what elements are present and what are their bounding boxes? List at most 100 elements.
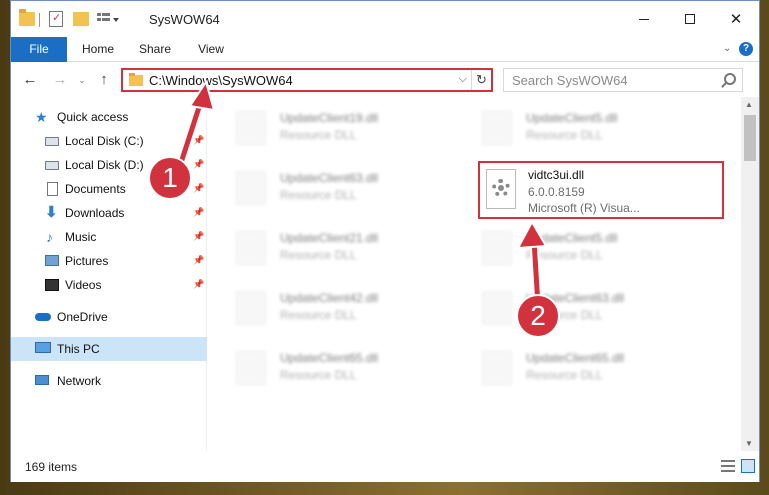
scroll-down-icon[interactable]: ▼ [745,439,753,448]
sidebar-item-label: This PC [57,342,100,356]
music-icon: ♪ [46,229,53,245]
tab-view[interactable]: View [189,37,233,62]
download-icon: ⬇ [45,204,58,221]
pin-icon[interactable]: 📌 [193,255,204,266]
dll-file-icon [482,351,512,385]
back-button[interactable]: ← [21,71,39,89]
scroll-up-icon[interactable]: ▲ [745,100,753,109]
status-bar: 169 items [11,451,759,482]
file-item-vidtc3ui[interactable]: vidtc3ui.dll 6.0.0.8159 Microsoft (R) Vi… [478,161,724,219]
properties-icon[interactable] [49,11,63,27]
pin-icon[interactable]: 📌 [193,207,204,218]
navigation-bar: ← → ⌄ ↑ C:\Windows\SysWOW64 ⌵ ↻ Search S… [11,63,759,97]
close-button[interactable]: ✕ [713,1,759,37]
file-name: UpdateClient63.dll [280,171,379,185]
file-description: Microsoft (R) Visua... [528,201,640,215]
sidebar-item-network[interactable]: Network [11,369,207,393]
dll-file-icon [236,291,266,325]
pin-icon[interactable]: 📌 [193,279,204,290]
item-count: 169 items [25,460,78,474]
dll-file-icon [236,111,266,145]
file-name: vidtc3ui.dll [528,168,585,182]
help-icon[interactable]: ? [739,42,753,56]
chevron-down-icon[interactable]: ⌵ [459,73,467,86]
pin-icon[interactable]: 📌 [193,231,204,242]
file-item[interactable]: UpdateClient19.dll Resource DLL [208,101,444,153]
minimize-icon [639,18,649,20]
file-item[interactable]: UpdateClient65.dll Resource DLL [454,341,690,393]
file-name: UpdateClient5.dll [526,111,618,125]
document-icon [47,182,58,196]
up-button[interactable]: ↑ [95,71,113,89]
gear-icon [492,179,510,197]
dll-file-icon [236,231,266,265]
recent-locations-button[interactable]: ⌄ [73,71,91,89]
file-type: Resource DLL [526,368,603,382]
star-icon: ★ [35,109,48,125]
customize-toolbar-icon[interactable] [97,12,119,26]
file-item[interactable]: UpdateClient21.dll Resource DLL [208,221,444,273]
sidebar-item-label: OneDrive [57,310,108,324]
folder-icon [129,73,143,86]
sidebar-item-label: Local Disk (D:) [65,158,144,172]
sidebar-item-label: Pictures [65,254,109,268]
file-item[interactable]: UpdateClient65.dll Resource DLL [208,341,444,393]
new-folder-icon[interactable] [73,12,89,26]
file-list: UpdateClient19.dll Resource DLL UpdateCl… [208,97,740,451]
ribbon-tabs: File Home Share View ⌄ ? [11,37,759,62]
dll-file-icon [236,351,266,385]
tab-share[interactable]: Share [133,37,177,62]
title-bar: SysWOW64 ✕ [11,1,759,37]
sidebar-item-music[interactable]: ♪ Music 📌 [11,225,207,249]
separator [39,13,40,27]
file-name: UpdateClient19.dll [280,111,379,125]
search-icon [724,73,736,85]
file-name: UpdateClient21.dll [280,231,379,245]
minimize-button[interactable] [621,1,667,37]
close-icon: ✕ [729,11,743,28]
computer-icon [35,342,51,353]
sidebar-item-downloads[interactable]: ⬇ Downloads 📌 [11,201,207,225]
dll-file-icon [236,171,266,205]
file-name: UpdateClient65.dll [280,351,379,365]
chevron-down-icon[interactable]: ⌄ [723,43,733,54]
file-type: Resource DLL [280,368,357,382]
file-name: UpdateClient65.dll [526,351,625,365]
file-type: Resource DLL [280,188,357,202]
file-item[interactable]: UpdateClient63.dll Resource DLL [454,281,690,333]
explorer-window: SysWOW64 ✕ File Home Share View ⌄ ? ← → … [10,0,760,482]
scrollbar-thumb[interactable] [744,115,756,161]
forward-button[interactable]: → [51,71,69,89]
search-input[interactable]: Search SysWOW64 [503,68,743,92]
network-icon [35,375,49,385]
sidebar-item-videos[interactable]: Videos 📌 [11,273,207,297]
refresh-button[interactable]: ↻ [471,70,491,90]
sidebar-item-label: Music [65,230,97,244]
maximize-button[interactable] [667,1,713,37]
file-type: Resource DLL [280,308,357,322]
sidebar-item-pictures[interactable]: Pictures 📌 [11,249,207,273]
large-icons-view-icon[interactable] [741,459,755,473]
file-item[interactable]: UpdateClient5.dll Resource DLL [454,101,690,153]
window-title: SysWOW64 [149,12,220,27]
file-type: Resource DLL [280,248,357,262]
step-2-badge: 2 [516,294,560,338]
video-icon [45,279,59,291]
tab-home[interactable]: Home [73,37,123,62]
sidebar-item-this-pc[interactable]: This PC [11,337,207,361]
file-item[interactable]: UpdateClient5.dll Resource DLL [454,221,690,273]
sidebar-item-label: Network [57,374,102,388]
vertical-scrollbar[interactable]: ▲ ▼ [741,97,759,451]
search-placeholder: Search SysWOW64 [512,73,628,88]
file-item[interactable]: UpdateClient42.dll Resource DLL [208,281,444,333]
tab-file[interactable]: File [11,37,67,62]
file-item[interactable]: UpdateClient63.dll Resource DLL [208,161,444,213]
details-view-icon[interactable] [721,460,735,472]
file-version: 6.0.0.8159 [528,185,585,199]
sidebar-item-label: Videos [65,278,102,292]
cloud-icon [35,313,51,321]
maximize-icon [685,14,695,24]
sidebar-item-label: Downloads [65,206,125,220]
pictures-icon [45,255,59,266]
sidebar-item-onedrive[interactable]: OneDrive [11,305,207,329]
